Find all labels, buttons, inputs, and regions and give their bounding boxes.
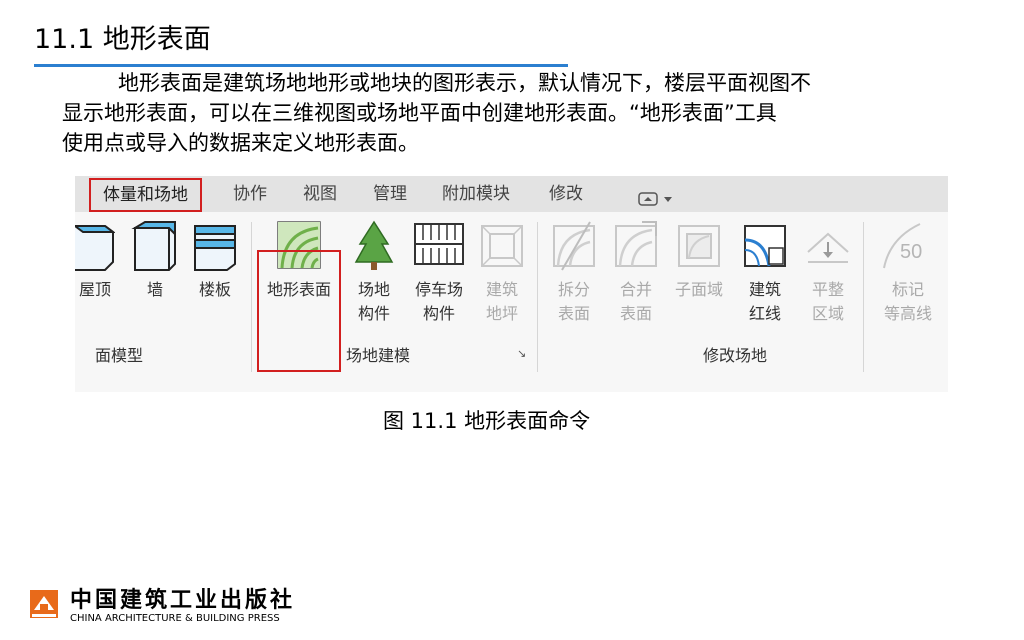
label-contours-label-2: 等高线 xyxy=(883,304,932,323)
floor-by-face-icon xyxy=(194,225,236,271)
parking-component-button[interactable]: 停车场 构件 xyxy=(407,218,471,326)
group-conceptual-mass: 面模型 xyxy=(95,346,144,365)
tab-view[interactable]: 视图 xyxy=(303,176,337,212)
tab-manage[interactable]: 管理 xyxy=(373,176,407,212)
property-line-icon xyxy=(744,225,786,267)
building-pad-button[interactable]: 建筑 地坪 xyxy=(477,218,527,326)
parking-icon xyxy=(414,223,464,265)
merge-surfaces-label-2: 表面 xyxy=(619,304,652,323)
site-component-label-2: 构件 xyxy=(357,304,390,323)
property-line-label-1: 建筑 xyxy=(748,280,781,299)
parking-label-2: 构件 xyxy=(422,304,455,323)
wall-label: 墙 xyxy=(146,280,163,299)
group-modify-site: 修改场地 xyxy=(703,346,768,365)
graded-region-icon xyxy=(807,232,849,263)
label-contours-value: 50 xyxy=(900,241,922,263)
building-pad-icon xyxy=(481,225,523,267)
graded-region-label-2: 区域 xyxy=(811,304,844,323)
floor-by-face-button[interactable]: 楼板 xyxy=(191,218,239,302)
paragraph-line-1: 地形表面是建筑场地地形或地块的图形表示，默认情况下，楼层平面视图不 xyxy=(118,71,811,95)
label-contours-icon: 50 xyxy=(883,223,922,269)
label-contours-label-1: 标记 xyxy=(891,280,924,299)
ribbon-tab-bar: 体量和场地 协作 视图 管理 附加模块 修改 xyxy=(75,176,948,212)
panel-toggle-icon xyxy=(638,192,672,206)
floor-label: 楼板 xyxy=(198,280,231,299)
heading-underline xyxy=(34,64,568,67)
figure-caption: 图 11.1 地形表面命令 xyxy=(383,409,591,433)
wall-by-face-button[interactable]: 墙 xyxy=(131,218,179,302)
toposurface-highlight-box xyxy=(257,250,341,372)
group-model-site: 场地建模 xyxy=(346,346,411,365)
merge-surfaces-label-1: 合并 xyxy=(619,280,652,299)
label-contours-button[interactable]: 50 标记 等高线 xyxy=(873,218,943,326)
paragraph-line-2: 显示地形表面，可以在三维视图或场地平面中创建地形表面。“地形表面”工具 xyxy=(62,101,777,125)
group-separator xyxy=(863,222,864,372)
paragraph-line-3: 使用点或导入的数据来定义地形表面。 xyxy=(62,131,419,155)
merge-surfaces-button[interactable]: 合并 表面 xyxy=(609,218,663,326)
roof-label: 屋顶 xyxy=(78,280,111,299)
publisher-name-cn: 中国建筑工业出版社 xyxy=(70,587,296,613)
group-separator xyxy=(537,222,538,372)
panel-toggle-dropdown[interactable] xyxy=(637,185,677,206)
publisher-name-en: CHINA ARCHITECTURE & BUILDING PRESS xyxy=(70,613,280,624)
building-pad-label-1: 建筑 xyxy=(485,280,518,299)
group-separator xyxy=(251,222,252,372)
graded-region-label-1: 平整 xyxy=(811,280,844,299)
split-surface-label-1: 拆分 xyxy=(557,280,590,299)
section-heading: 11.1 地形表面 xyxy=(34,24,211,55)
split-surface-icon xyxy=(553,221,595,271)
roof-by-face-button[interactable]: 屋顶 xyxy=(73,218,117,302)
subregion-label: 子面域 xyxy=(674,280,723,299)
tab-massing-and-site[interactable]: 体量和场地 xyxy=(89,178,202,212)
subregion-button[interactable]: 子面域 xyxy=(669,218,729,302)
tab-collaborate[interactable]: 协作 xyxy=(233,176,267,212)
property-line-button[interactable]: 建筑 红线 xyxy=(739,218,791,326)
tab-add-ins[interactable]: 附加模块 xyxy=(442,176,510,212)
wall-by-face-icon xyxy=(131,221,176,271)
parking-label-1: 停车场 xyxy=(414,280,463,299)
site-component-label-1: 场地 xyxy=(357,280,390,299)
dialog-launcher-icon[interactable]: ↘ xyxy=(517,347,526,360)
building-pad-label-2: 地坪 xyxy=(485,304,518,323)
split-surface-button[interactable]: 拆分 表面 xyxy=(547,218,601,326)
split-surface-label-2: 表面 xyxy=(557,304,590,323)
roof-by-face-icon xyxy=(75,225,115,271)
merge-surfaces-icon xyxy=(615,221,657,267)
tab-modify[interactable]: 修改 xyxy=(549,176,583,212)
body-paragraph: 地形表面是建筑场地地形或地块的图形表示，默认情况下，楼层平面视图不 显示地形表面… xyxy=(62,68,982,158)
tree-icon xyxy=(354,220,394,270)
subregion-icon xyxy=(678,225,720,267)
graded-region-button[interactable]: 平整 区域 xyxy=(803,218,853,326)
publisher-logo-icon xyxy=(30,590,58,618)
property-line-label-2: 红线 xyxy=(748,304,781,323)
ribbon-panel-body: 屋顶 墙 楼板 面模型 地形表面 场地 构件 停车场 构件 建筑 地坪 场地建模… xyxy=(75,212,948,392)
revit-ribbon: 体量和场地 协作 视图 管理 附加模块 修改 屋顶 墙 楼板 面模型 地形表面 … xyxy=(75,176,948,392)
site-component-button[interactable]: 场地 构件 xyxy=(349,218,399,326)
